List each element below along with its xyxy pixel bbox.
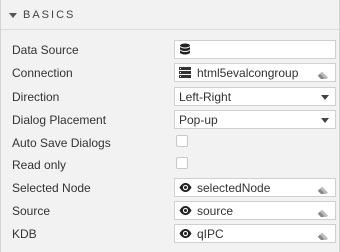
source-label: Source: [12, 204, 51, 218]
auto-save-dialogs-row: Auto Save Dialogs: [1, 133, 339, 156]
data-source-field[interactable]: [174, 40, 336, 59]
kdb-label: KDB: [12, 227, 37, 241]
direction-row: Direction Left-Right: [1, 87, 339, 110]
connection-label: Connection: [12, 66, 73, 80]
direction-label: Direction: [12, 90, 60, 104]
source-value: source: [197, 203, 234, 218]
eraser-icon[interactable]: [317, 184, 329, 198]
source-field[interactable]: source: [174, 201, 336, 220]
connection-row: Connection html5evalcongroup: [1, 63, 339, 86]
read-only-row: Read only: [1, 155, 339, 178]
chevron-down-icon: [321, 95, 329, 100]
auto-save-dialogs-checkbox[interactable]: [176, 135, 188, 147]
kdb-field[interactable]: qIPC: [174, 224, 336, 243]
chevron-down-icon: [321, 118, 329, 123]
dialog-placement-row: Dialog Placement Pop-up: [1, 110, 339, 133]
connection-field[interactable]: html5evalcongroup: [174, 63, 336, 82]
eraser-icon[interactable]: [317, 69, 329, 83]
server-icon: [178, 66, 192, 80]
eye-icon: [178, 227, 192, 241]
properties-panel: BASICS Data Source Connection html5evalc…: [0, 0, 340, 252]
dialog-placement-label: Dialog Placement: [12, 113, 107, 127]
eye-icon: [178, 204, 192, 218]
caret-down-icon[interactable]: [9, 12, 17, 18]
kdb-value: qIPC: [197, 226, 224, 241]
eye-icon: [178, 181, 192, 195]
data-source-row: Data Source: [1, 40, 339, 63]
auto-save-dialogs-label: Auto Save Dialogs: [12, 136, 111, 150]
selected-node-label: Selected Node: [12, 181, 91, 195]
connection-value: html5evalcongroup: [197, 65, 299, 80]
selected-node-value: selectedNode: [197, 180, 271, 195]
read-only-checkbox[interactable]: [176, 157, 188, 169]
selected-node-field[interactable]: selectedNode: [174, 178, 336, 197]
dialog-placement-select[interactable]: Pop-up: [174, 110, 336, 129]
source-row: Source source: [1, 201, 339, 224]
data-source-label: Data Source: [12, 43, 79, 57]
eraser-icon[interactable]: [317, 207, 329, 221]
direction-value: Left-Right: [179, 89, 232, 104]
database-icon: [178, 43, 192, 57]
dialog-placement-value: Pop-up: [179, 112, 218, 127]
selected-node-row: Selected Node selectedNode: [1, 178, 339, 201]
read-only-label: Read only: [12, 158, 67, 172]
section-title: BASICS: [23, 8, 76, 21]
kdb-row: KDB qIPC: [1, 224, 339, 247]
eraser-icon[interactable]: [317, 230, 329, 244]
basics-section-header[interactable]: BASICS: [1, 0, 339, 30]
direction-select[interactable]: Left-Right: [174, 87, 336, 106]
